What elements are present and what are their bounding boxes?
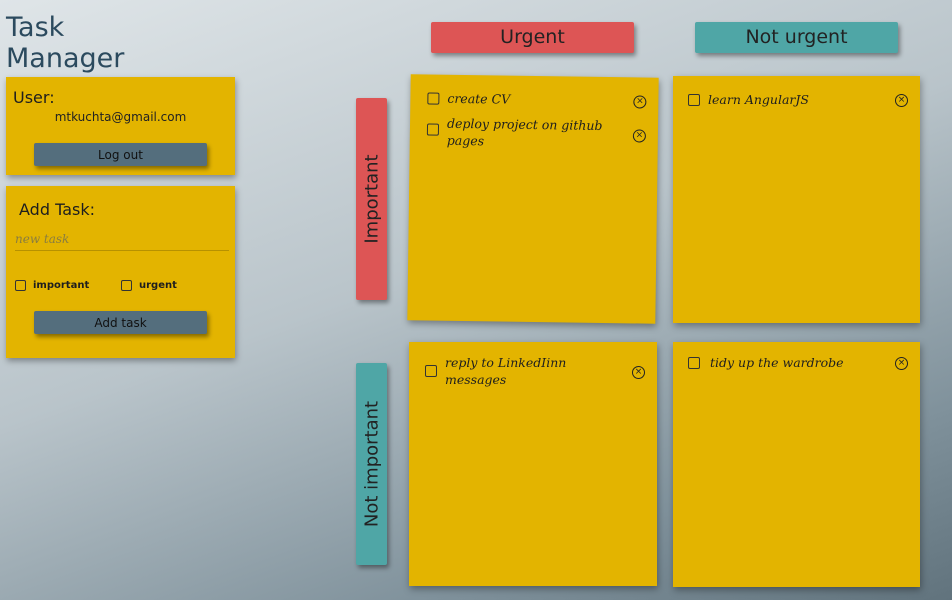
important-option-label: important xyxy=(33,280,90,291)
delete-icon[interactable]: × xyxy=(895,357,908,370)
quadrant-important-urgent: create CV × deploy project on github pag… xyxy=(407,74,659,324)
app-title: Task Manager xyxy=(6,12,196,79)
user-label: User: xyxy=(13,88,55,107)
delete-icon[interactable]: × xyxy=(633,95,647,109)
urgent-option-label: urgent xyxy=(139,280,177,291)
column-header-not-urgent: Not urgent xyxy=(695,22,898,53)
task-checkbox[interactable] xyxy=(688,94,700,106)
logout-button[interactable]: Log out xyxy=(34,143,207,166)
task-checkbox[interactable] xyxy=(426,123,440,136)
row-header-not-important-label: Not important xyxy=(361,400,382,528)
add-task-panel: Add Task: important urgent Add task xyxy=(6,186,235,358)
task-checkbox[interactable] xyxy=(425,365,437,377)
user-email: mtkuchta@gmail.com xyxy=(54,110,187,124)
task-text: learn AngularJS xyxy=(708,92,809,107)
add-task-label: Add Task: xyxy=(19,200,95,219)
task-text: deploy project on github pages xyxy=(446,115,603,149)
user-panel: User: mtkuchta@gmail.com Log out xyxy=(6,77,235,175)
row-header-not-important: Not important xyxy=(356,363,387,565)
task-checkbox[interactable] xyxy=(688,357,700,369)
urgent-checkbox[interactable] xyxy=(121,280,132,291)
delete-icon[interactable]: × xyxy=(895,94,908,107)
quadrant-not-important-not-urgent: tidy up the wardrobe × xyxy=(673,342,920,587)
task-checkbox[interactable] xyxy=(427,92,440,105)
task-text: create CV xyxy=(447,90,511,107)
row-header-important: Important xyxy=(356,98,387,300)
task-item: deploy project on github pages × xyxy=(410,114,658,148)
column-header-urgent: Urgent xyxy=(431,22,634,53)
task-item: create CV × xyxy=(411,89,659,109)
add-task-button[interactable]: Add task xyxy=(34,311,207,334)
delete-icon[interactable]: × xyxy=(632,129,646,143)
quadrant-not-important-urgent: reply to LinkedIinn messages × xyxy=(409,342,657,586)
important-checkbox[interactable] xyxy=(15,280,26,291)
quadrant-important-not-urgent: learn AngularJS × xyxy=(673,76,920,323)
row-header-important-label: Important xyxy=(361,154,382,244)
task-text: reply to LinkedIinn messages xyxy=(445,355,567,387)
task-text: tidy up the wardrobe xyxy=(710,355,844,370)
delete-icon[interactable]: × xyxy=(632,366,645,379)
new-task-input[interactable] xyxy=(15,228,229,251)
